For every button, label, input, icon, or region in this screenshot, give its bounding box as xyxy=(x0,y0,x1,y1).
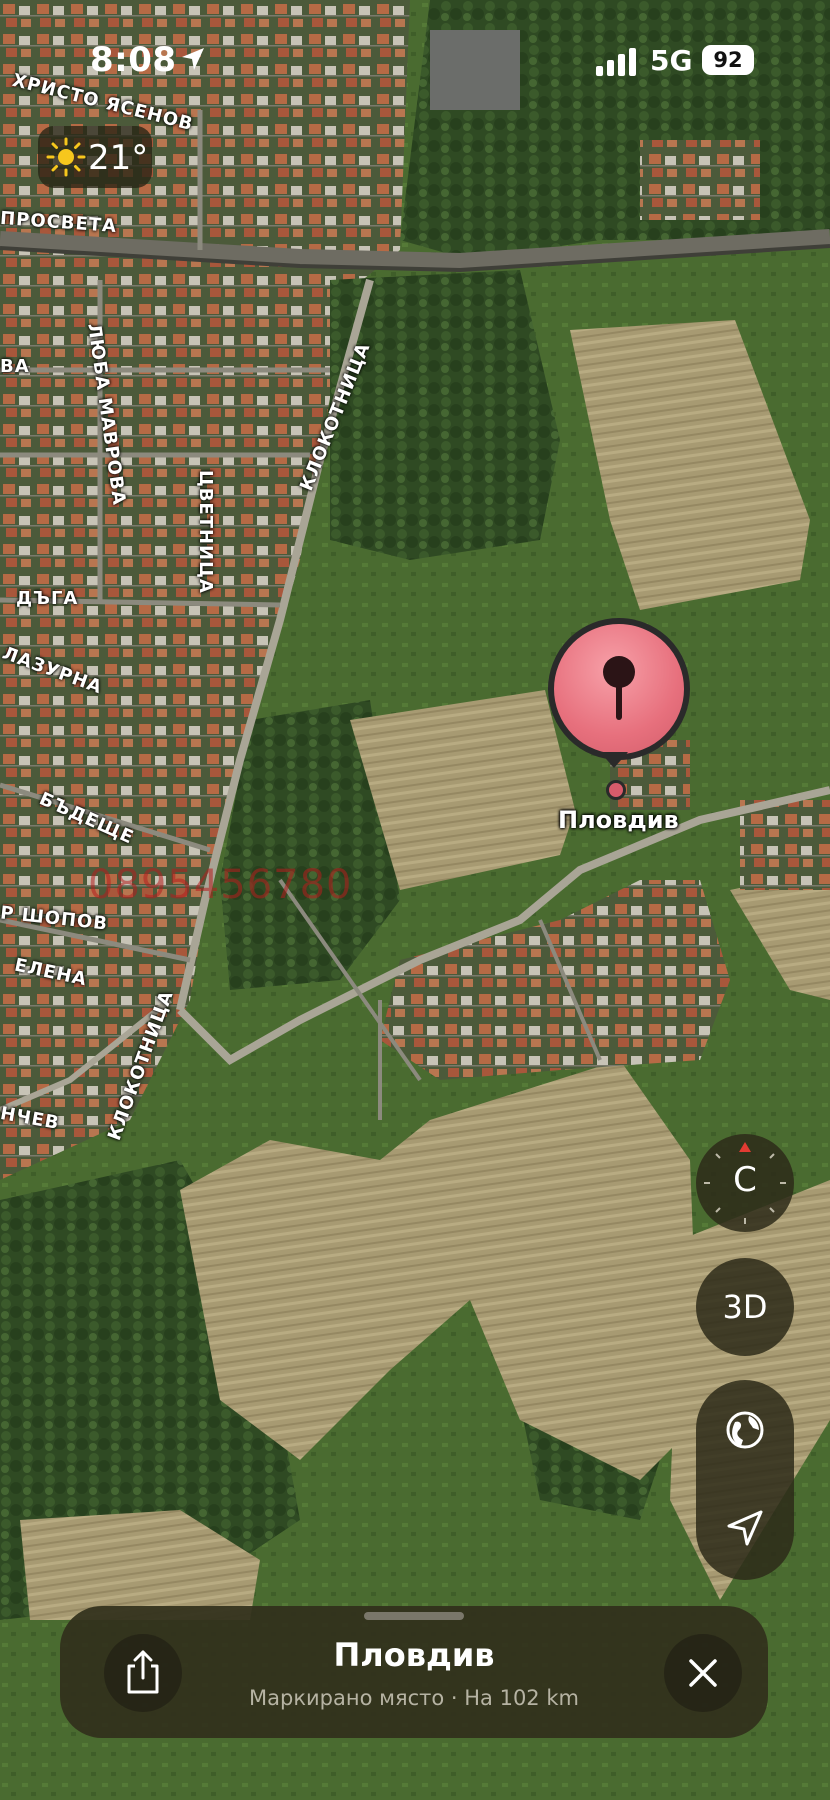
status-time: 8:08 xyxy=(90,40,177,80)
location-services-icon xyxy=(182,48,204,70)
map-pin[interactable] xyxy=(548,618,690,760)
street-label-va: ВА xyxy=(0,356,30,377)
battery-indicator: 92 xyxy=(702,45,754,75)
street-label-tsvetnitsa: ЦВЕТНИЦА xyxy=(195,470,216,594)
globe-icon xyxy=(726,1411,764,1449)
pin-tail xyxy=(600,752,628,768)
location-arrow-icon xyxy=(727,1510,763,1546)
my-location-button[interactable] xyxy=(696,1480,794,1580)
compass-label: С xyxy=(733,1160,757,1200)
map-mode-controls xyxy=(696,1380,794,1580)
network-type: 5G xyxy=(650,44,693,77)
pin-location-dot xyxy=(606,780,626,800)
status-bar: 8:08 5G 92 xyxy=(0,0,830,110)
pin-label: Пловдив xyxy=(558,806,679,834)
close-icon xyxy=(689,1659,717,1687)
street-label-daga: ДЪГА xyxy=(16,588,79,609)
cellular-signal-icon xyxy=(596,48,636,76)
view-3d-label: 3D xyxy=(722,1288,768,1326)
compass-button[interactable]: С xyxy=(696,1134,794,1232)
place-subtitle: Маркирано място · На 102 km xyxy=(249,1686,579,1710)
place-title: Пловдив xyxy=(333,1636,495,1674)
phone-watermark: 0895456780 xyxy=(88,862,353,908)
weather-temperature: 21° xyxy=(88,138,149,178)
view-3d-button[interactable]: 3D xyxy=(696,1258,794,1356)
map-pin-icon xyxy=(548,618,690,760)
close-button[interactable] xyxy=(664,1634,742,1712)
globe-button[interactable] xyxy=(696,1380,794,1480)
sun-icon xyxy=(46,137,86,177)
sheet-grabber[interactable] xyxy=(364,1612,464,1620)
weather-chip[interactable]: 21° xyxy=(38,126,152,188)
place-card[interactable]: Пловдив Маркирано място · На 102 km xyxy=(60,1606,768,1738)
